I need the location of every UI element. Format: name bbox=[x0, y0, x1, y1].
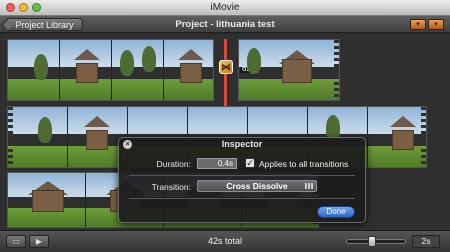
duration-label: Duration: bbox=[156, 159, 192, 169]
clip-frame bbox=[164, 40, 213, 100]
inspector-title: Inspector bbox=[221, 139, 263, 149]
apply-all-label: Applies to all transitions bbox=[259, 159, 349, 169]
clip-frame bbox=[8, 107, 68, 167]
transition-icon[interactable]: ⋈ bbox=[219, 60, 233, 74]
playhead[interactable] bbox=[224, 39, 227, 109]
window-titlebar: iMovie bbox=[0, 0, 450, 16]
video-clip[interactable] bbox=[7, 39, 214, 101]
transition-select[interactable]: Cross Dissolve bbox=[197, 180, 317, 192]
clip-frame bbox=[8, 40, 60, 100]
swap-view-icon[interactable]: ▾ bbox=[410, 19, 426, 30]
clip-frame bbox=[368, 107, 426, 167]
zoom-value: 2s bbox=[412, 235, 440, 248]
bottom-bar: ▭ ▶ 42s total 2s bbox=[0, 230, 450, 252]
apply-all-checkbox[interactable]: ✓ bbox=[245, 158, 255, 168]
zoom-slider[interactable] bbox=[346, 236, 406, 247]
project-menu-icon[interactable]: ▾ bbox=[428, 19, 444, 30]
project-library-label: Project Library bbox=[15, 19, 74, 30]
back-arrow-icon bbox=[1, 19, 13, 31]
clip-edge bbox=[8, 107, 13, 167]
toolbar-icons: ▾ ▾ bbox=[410, 19, 444, 30]
inspector-panel: × Inspector Duration: 0.4s ✓ Applies to … bbox=[118, 137, 366, 223]
transition-label: Transition: bbox=[151, 182, 191, 192]
project-toolbar: Project Library Project - lithuania test… bbox=[0, 16, 450, 33]
transition-select-value: Cross Dissolve bbox=[226, 181, 288, 191]
project-title: Project - lithuania test bbox=[175, 19, 275, 30]
divider bbox=[129, 198, 355, 199]
clip-edge bbox=[421, 107, 426, 167]
clip-frame bbox=[239, 40, 339, 100]
clip-frame bbox=[112, 40, 164, 100]
clip-frame bbox=[8, 173, 86, 227]
clip-edge bbox=[334, 40, 339, 100]
zoom-slider-thumb[interactable] bbox=[368, 236, 376, 247]
app-title: iMovie bbox=[210, 2, 240, 13]
project-library-button[interactable]: Project Library bbox=[1, 18, 83, 31]
project-browser: ⋈ 6s × Inspector Duration: 0.4s ✓ Applie… bbox=[0, 34, 450, 230]
duration-field[interactable]: 0.4s bbox=[197, 158, 237, 169]
clip-frame bbox=[60, 40, 112, 100]
done-button[interactable]: Done bbox=[317, 206, 355, 218]
video-clip[interactable] bbox=[238, 39, 340, 101]
divider bbox=[129, 175, 355, 176]
grid-icon bbox=[305, 183, 313, 189]
